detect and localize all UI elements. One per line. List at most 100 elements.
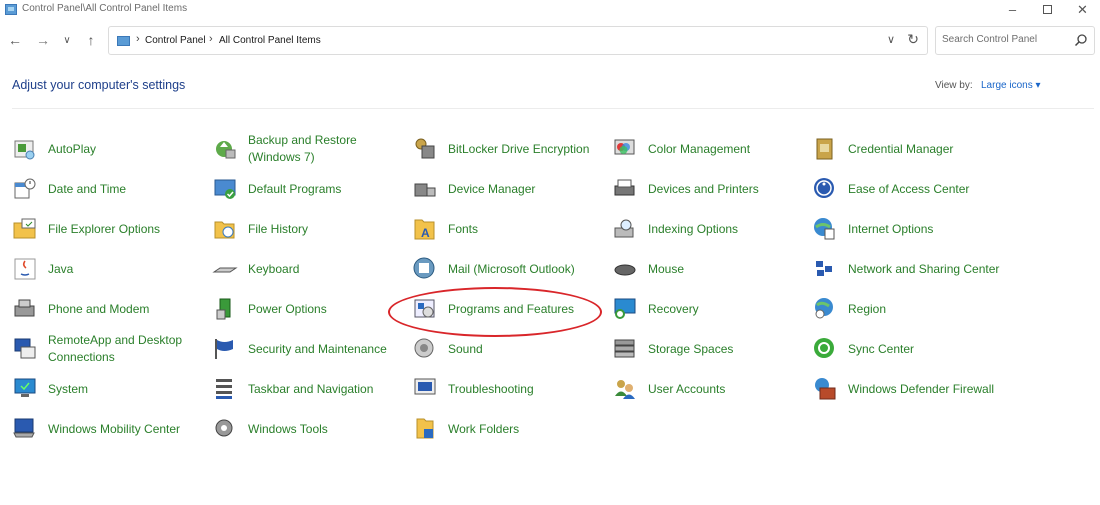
cp-item-label[interactable]: Date and Time (48, 181, 126, 198)
cp-item-programs-and-features[interactable]: Programs and Features (412, 289, 608, 329)
file-history-icon (212, 216, 238, 242)
cp-item-power-options[interactable]: Power Options (212, 289, 408, 329)
network-icon (812, 256, 838, 282)
cp-item-label[interactable]: User Accounts (648, 381, 725, 398)
cp-item-label[interactable]: System (48, 381, 88, 398)
cp-item-label[interactable]: Windows Defender Firewall (848, 381, 994, 398)
cp-item-storage-spaces[interactable]: Storage Spaces (612, 329, 808, 369)
cp-item-label[interactable]: Power Options (248, 301, 327, 318)
default-programs-icon (212, 176, 238, 202)
cp-item-file-history[interactable]: File History (212, 209, 408, 249)
forward-arrow-icon[interactable]: → (34, 32, 52, 48)
cp-item-work-folders[interactable]: Work Folders (412, 409, 608, 449)
cp-item-windows-tools[interactable]: Windows Tools (212, 409, 408, 449)
search-icon[interactable] (1074, 33, 1088, 47)
minimize-button[interactable]: – (995, 0, 1030, 20)
cp-item-remoteapp-and-desktop-connections[interactable]: RemoteApp and Desktop Connections (12, 329, 208, 369)
cp-item-device-manager[interactable]: Device Manager (412, 169, 608, 209)
cp-item-color-management[interactable]: Color Management (612, 129, 808, 169)
cp-item-region[interactable]: Region (812, 289, 1008, 329)
cp-item-label[interactable]: Phone and Modem (48, 301, 149, 318)
cp-item-label[interactable]: Recovery (648, 301, 699, 318)
cp-item-keyboard[interactable]: Keyboard (212, 249, 408, 289)
cp-item-network-and-sharing-center[interactable]: Network and Sharing Center (812, 249, 1008, 289)
cp-item-label[interactable]: Windows Tools (248, 421, 328, 438)
cp-item-fonts[interactable]: A Fonts (412, 209, 608, 249)
view-by-dropdown[interactable]: Large icons ▾ (981, 80, 1041, 91)
search-input[interactable] (942, 34, 1072, 45)
cp-item-label[interactable]: Network and Sharing Center (848, 261, 999, 278)
cp-item-internet-options[interactable]: Internet Options (812, 209, 1008, 249)
cp-item-devices-and-printers[interactable]: Devices and Printers (612, 169, 808, 209)
back-arrow-icon[interactable]: ← (6, 32, 24, 48)
cp-item-label[interactable]: Backup and Restore (Windows 7) (248, 132, 408, 166)
cp-item-autoplay[interactable]: AutoPlay (12, 129, 208, 169)
breadcrumb-control-panel[interactable]: Control Panel (145, 35, 206, 46)
cp-item-label[interactable]: Troubleshooting (448, 381, 534, 398)
breadcrumb-all-items[interactable]: All Control Panel Items (219, 35, 321, 46)
search-box[interactable] (935, 26, 1095, 55)
cp-item-security-and-maintenance[interactable]: Security and Maintenance (212, 329, 408, 369)
cp-item-label[interactable]: Sync Center (848, 341, 914, 358)
refresh-icon[interactable]: ↻ (907, 31, 919, 48)
cp-item-label[interactable]: File History (248, 221, 308, 238)
cp-item-troubleshooting[interactable]: Troubleshooting (412, 369, 608, 409)
cp-item-label[interactable]: Ease of Access Center (848, 181, 969, 198)
cp-item-label[interactable]: Mail (Microsoft Outlook) (448, 261, 575, 278)
cp-item-label[interactable]: Color Management (648, 141, 750, 158)
cp-item-sync-center[interactable]: Sync Center (812, 329, 1008, 369)
cp-item-ease-of-access-center[interactable]: Ease of Access Center (812, 169, 1008, 209)
breadcrumb-separator-icon[interactable]: › (209, 33, 213, 45)
cp-item-taskbar-and-navigation[interactable]: Taskbar and Navigation (212, 369, 408, 409)
breadcrumb-separator-icon[interactable]: › (136, 33, 140, 45)
cp-item-label[interactable]: Fonts (448, 221, 478, 238)
address-bar[interactable]: › Control Panel › All Control Panel Item… (108, 26, 928, 55)
user-accounts-icon (612, 376, 638, 402)
cp-item-bitlocker-drive-encryption[interactable]: BitLocker Drive Encryption (412, 129, 608, 169)
cp-item-mouse[interactable]: Mouse (612, 249, 808, 289)
cp-item-java[interactable]: Java (12, 249, 208, 289)
cp-item-phone-and-modem[interactable]: Phone and Modem (12, 289, 208, 329)
maximize-button[interactable] (1030, 0, 1065, 20)
cp-item-label[interactable]: Region (848, 301, 886, 318)
cp-item-file-explorer-options[interactable]: File Explorer Options (12, 209, 208, 249)
cp-item-label[interactable]: Keyboard (248, 261, 299, 278)
cp-item-label[interactable]: AutoPlay (48, 141, 96, 158)
flag-icon (212, 336, 238, 362)
cp-item-windows-mobility-center[interactable]: Windows Mobility Center (12, 409, 208, 449)
cp-item-label[interactable]: Devices and Printers (648, 181, 759, 198)
cp-item-label[interactable]: Default Programs (248, 181, 341, 198)
address-dropdown-chevron-icon[interactable]: ∨ (887, 33, 895, 46)
cp-item-system[interactable]: System (12, 369, 208, 409)
cp-item-label[interactable]: Internet Options (848, 221, 933, 238)
recent-locations-chevron-icon[interactable]: ∨ (58, 35, 76, 46)
cp-item-mail-microsoft-outlook[interactable]: Mail (Microsoft Outlook) (412, 249, 608, 289)
cp-item-label[interactable]: Programs and Features (448, 301, 574, 318)
cp-item-label[interactable]: Security and Maintenance (248, 341, 387, 358)
cp-item-label[interactable]: Taskbar and Navigation (248, 381, 373, 398)
cp-item-label[interactable]: Indexing Options (648, 221, 738, 238)
cp-item-label[interactable]: Windows Mobility Center (48, 421, 180, 438)
cp-item-windows-defender-firewall[interactable]: Windows Defender Firewall (812, 369, 1008, 409)
close-button[interactable]: ✕ (1065, 0, 1100, 20)
cp-item-label[interactable]: Work Folders (448, 421, 519, 438)
up-arrow-icon[interactable]: ↑ (82, 32, 100, 48)
cp-item-label[interactable]: RemoteApp and Desktop Connections (48, 332, 208, 366)
cp-item-default-programs[interactable]: Default Programs (212, 169, 408, 209)
cp-item-label[interactable]: Storage Spaces (648, 341, 733, 358)
cp-item-label[interactable]: BitLocker Drive Encryption (448, 141, 589, 158)
cp-item-label[interactable]: Java (48, 261, 73, 278)
cp-item-label[interactable]: Sound (448, 341, 483, 358)
cp-item-label[interactable]: File Explorer Options (48, 221, 160, 238)
cp-item-sound[interactable]: Sound (412, 329, 608, 369)
cp-item-indexing-options[interactable]: Indexing Options (612, 209, 808, 249)
cp-item-user-accounts[interactable]: User Accounts (612, 369, 808, 409)
cp-item-backup-and-restore-windows-7[interactable]: Backup and Restore (Windows 7) (212, 129, 408, 169)
cp-item-credential-manager[interactable]: Credential Manager (812, 129, 1008, 169)
cp-item-date-and-time[interactable]: Date and Time (12, 169, 208, 209)
firewall-icon (812, 376, 838, 402)
cp-item-label[interactable]: Mouse (648, 261, 684, 278)
cp-item-label[interactable]: Device Manager (448, 181, 535, 198)
cp-item-recovery[interactable]: Recovery (612, 289, 808, 329)
cp-item-label[interactable]: Credential Manager (848, 141, 953, 158)
